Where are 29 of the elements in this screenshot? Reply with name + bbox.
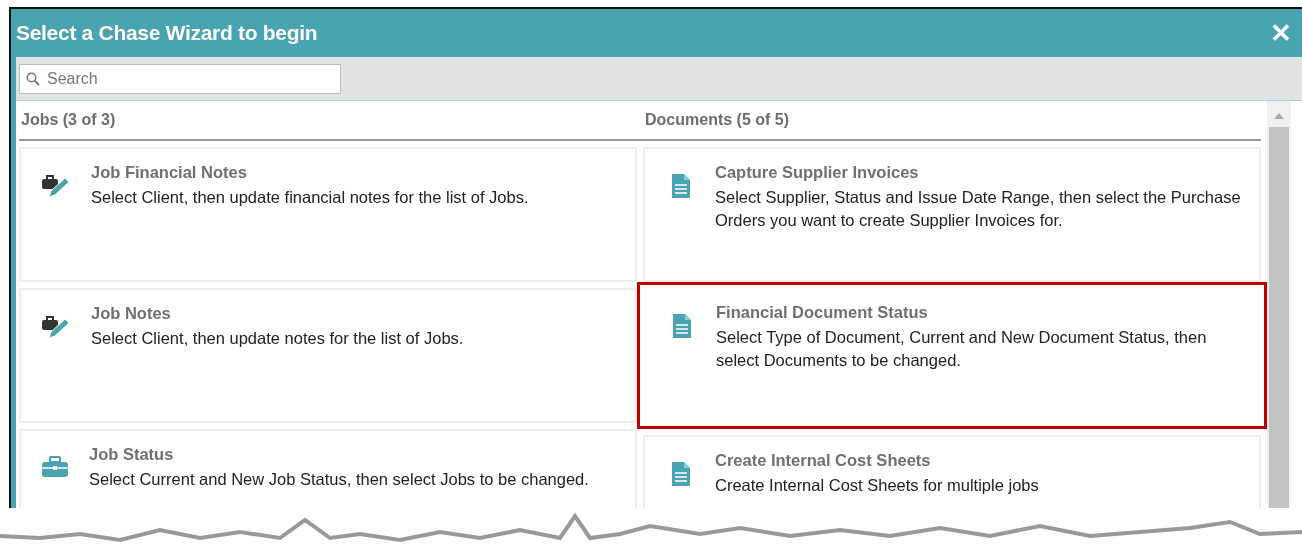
scrollbar[interactable] (1267, 101, 1291, 508)
briefcase-pencil-icon (41, 173, 71, 199)
document-icon (672, 313, 692, 339)
column-header: Documents (5 of 5) (643, 101, 1261, 141)
scroll-thumb[interactable] (1269, 127, 1289, 508)
card-title: Capture Supplier Invoices (715, 163, 920, 182)
card-description: Create Internal Cost Sheets for multiple jobs (715, 475, 1039, 496)
card-description: Select Current and New Job Status, then select Jobs to be changed. (89, 469, 589, 490)
card-title: Job Status (89, 445, 175, 464)
scroll-up-icon[interactable] (1274, 113, 1284, 119)
wizard-card[interactable]: Capture Supplier Invoices Select Supplier, Status and Issue Date Range, then select the Purchase Orders you want to create Supplier Invoices for. (643, 147, 1261, 282)
card-description: Select Supplier, Status and Issue Date Range, then select the Purchase Orders you want to create Supplier Invoices for. (715, 187, 1242, 231)
wizard-card[interactable]: Financial Document Status Select Type of Document, Current and New Document Status, then select Documents to be changed. (637, 282, 1267, 429)
search-field[interactable]: Search (19, 63, 341, 94)
card-description: Select Client, then update financial notes for the list of Jobs. (91, 187, 529, 208)
wizard-card[interactable]: Job Notes Select Client, then update notes for the list of Jobs. (19, 288, 637, 423)
card-description: Select Type of Document, Current and New Document Status, then select Documents to be changed. (716, 327, 1208, 371)
document-icon (671, 461, 691, 487)
card-description: Select Client, then update notes for the list of Jobs. (91, 328, 464, 349)
card-title: Job Financial Notes (91, 163, 248, 182)
document-icon (671, 173, 691, 199)
briefcase-icon (41, 455, 69, 479)
column-header: Jobs (3 of 3) (19, 101, 643, 141)
card-title: Job Notes (91, 304, 172, 323)
briefcase-pencil-icon (41, 314, 71, 340)
wizard-card[interactable]: Job Financial Notes Select Client, then update financial notes for the list of Jobs. (19, 147, 637, 282)
card-title: Create Internal Cost Sheets (715, 451, 932, 470)
window-title: Select a Chase Wizard to begin (16, 21, 318, 45)
card-title: Financial Document Status (716, 303, 929, 322)
